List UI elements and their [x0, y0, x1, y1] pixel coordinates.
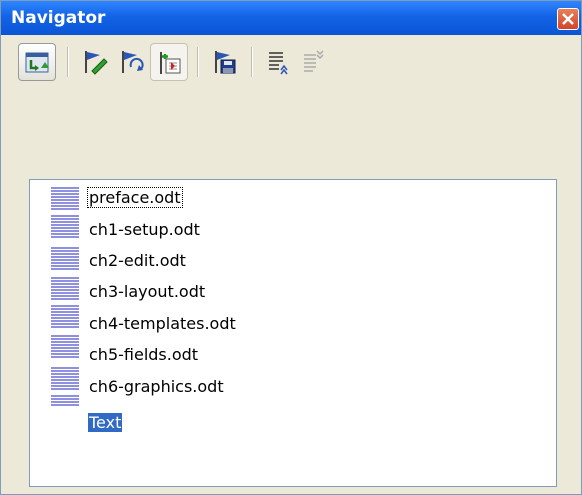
list-item-label: ch6-graphics.odt — [89, 377, 224, 396]
move-down-button[interactable] — [295, 43, 333, 81]
list-item[interactable]: ch4-templates.odt — [88, 310, 237, 338]
move-up-button[interactable] — [260, 43, 298, 81]
insert-button[interactable] — [150, 43, 188, 81]
toggle-icon — [25, 52, 49, 73]
list-item[interactable]: ch1-setup.odt — [88, 216, 201, 244]
list-item[interactable]: ch2-edit.odt — [88, 247, 187, 275]
list-item[interactable]: ch6-graphics.odt — [88, 373, 225, 401]
move-up-icon — [269, 52, 288, 75]
edit-button[interactable] — [76, 43, 114, 81]
close-button[interactable] — [557, 8, 579, 30]
list-item-label: ch1-setup.odt — [89, 220, 200, 239]
list-item[interactable]: ch3-layout.odt — [88, 278, 206, 306]
edit-icon — [85, 51, 108, 75]
list-item[interactable]: ch5-fields.odt — [88, 341, 199, 369]
list-item-label: preface.odt — [87, 187, 183, 208]
insert-icon — [160, 52, 181, 74]
update-icon — [122, 51, 144, 73]
title-bar[interactable]: Navigator — [1, 1, 581, 35]
list-item-label: ch4-templates.odt — [89, 314, 236, 333]
list-item-selected[interactable]: Text — [88, 409, 123, 437]
close-icon — [562, 13, 574, 25]
list-item-label: ch5-fields.odt — [89, 345, 199, 364]
window-title: Navigator — [11, 8, 106, 28]
save-as-icon — [215, 51, 236, 74]
list-item-label: ch2-edit.odt — [89, 251, 186, 270]
list-item-label: Text — [88, 413, 123, 432]
toggle-button[interactable] — [18, 43, 56, 81]
document-stack-icon — [51, 187, 79, 406]
navigator-window: Navigator preface.odt ch1-setup.odt ch2-… — [0, 0, 582, 495]
save-as-button[interactable] — [206, 43, 244, 81]
list-item[interactable]: preface.odt — [87, 184, 183, 212]
update-button[interactable] — [113, 43, 151, 81]
list-item-label: ch3-layout.odt — [89, 282, 206, 301]
move-down-icon — [304, 50, 324, 72]
document-list[interactable]: preface.odt ch1-setup.odt ch2-edit.odt c… — [29, 179, 557, 487]
